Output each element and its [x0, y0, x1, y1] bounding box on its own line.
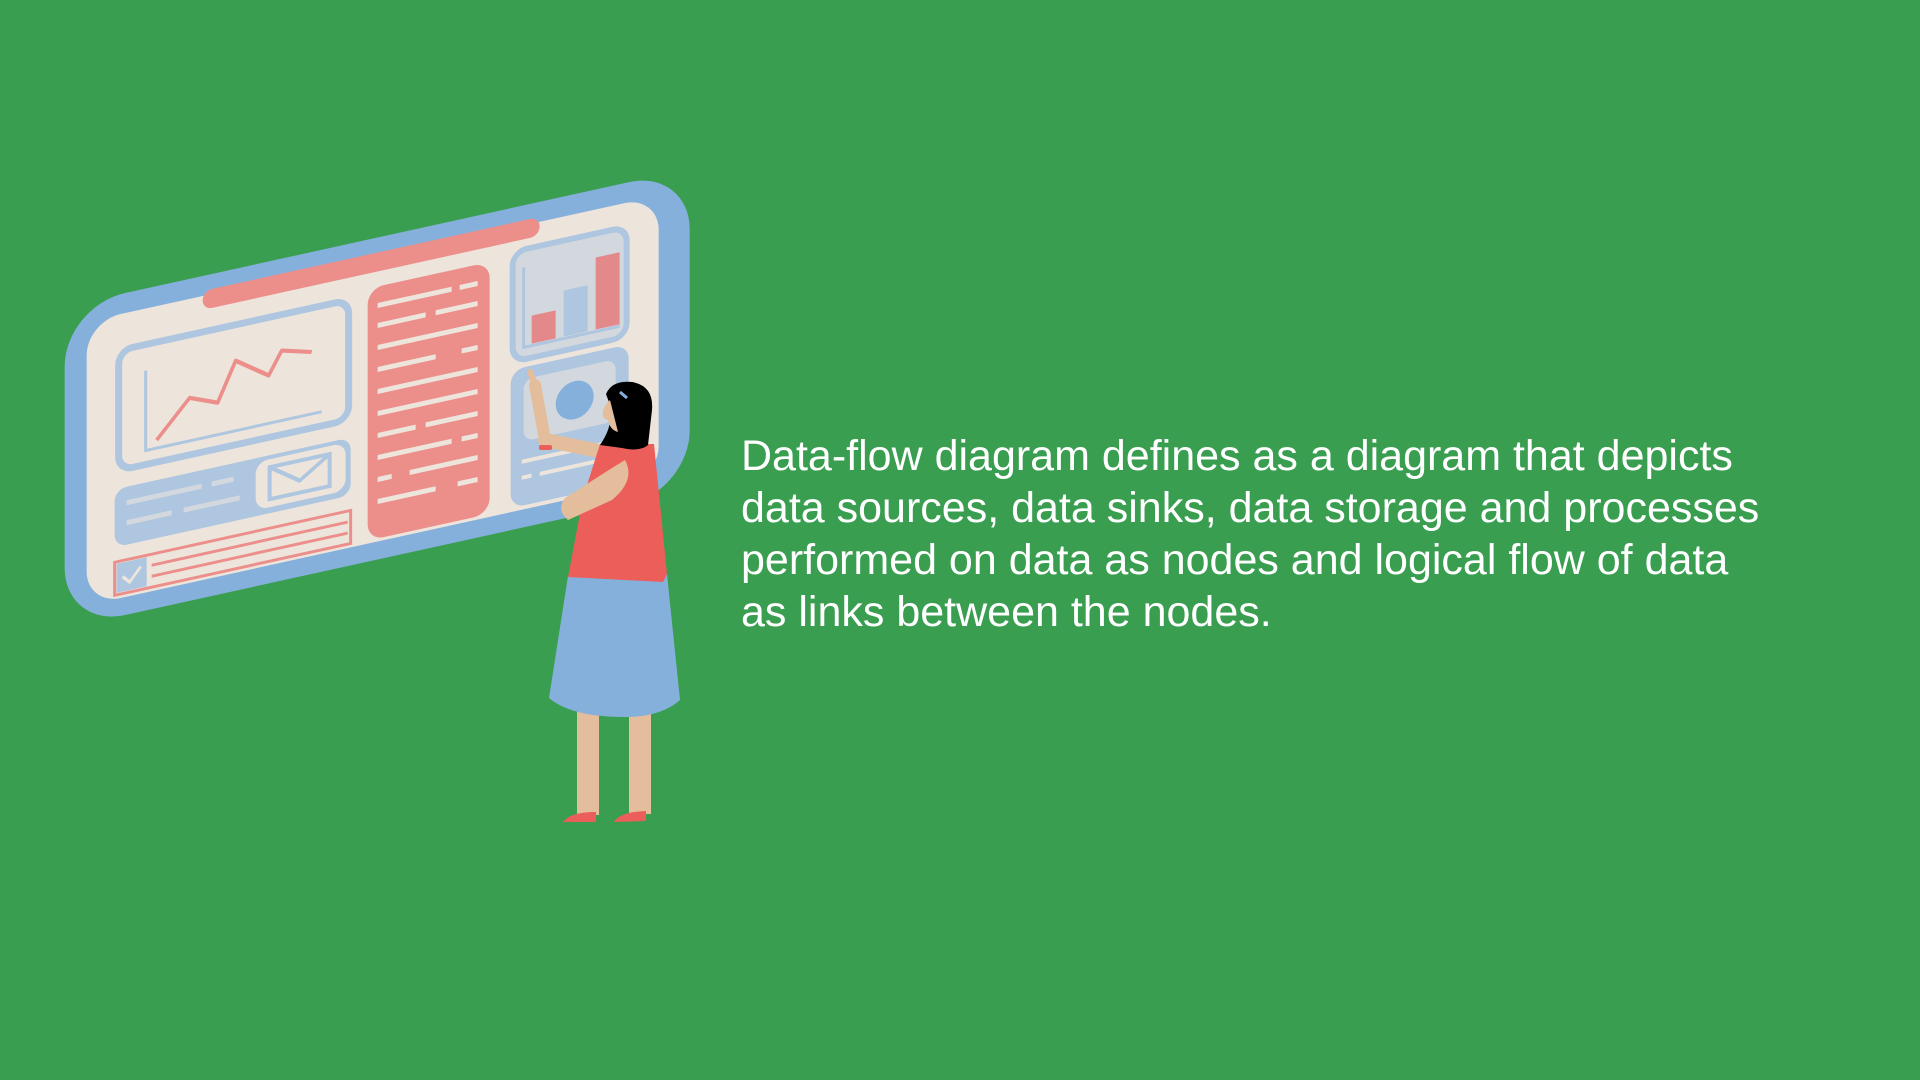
skirt [549, 574, 680, 718]
shoe-left [563, 812, 596, 822]
leg-right [629, 700, 651, 814]
text-column [367, 264, 490, 538]
leg-left [577, 700, 599, 815]
description-line: performed on data as nodes and logical f… [741, 536, 1729, 584]
description-line: as links between the nodes. [741, 588, 1272, 636]
bar-chart-icon [509, 226, 630, 363]
description-line: Data-flow diagram defines as a diagram t… [741, 432, 1733, 480]
description-text: Data-flow diagram defines as a diagram t… [741, 430, 1891, 638]
description-line: data sources, data sinks, data storage a… [741, 484, 1760, 532]
wristband [539, 445, 552, 450]
